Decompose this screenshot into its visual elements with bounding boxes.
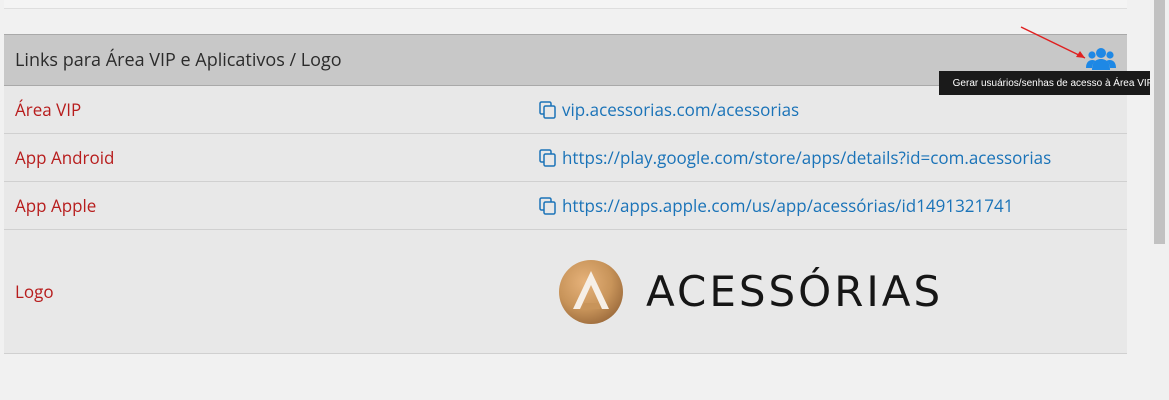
panel-title: Links para Área VIP e Aplicativos / Logo [15,48,342,72]
row-label: Logo [15,280,54,303]
area-vip-link[interactable]: vip.acessorias.com/acessorias [562,98,799,121]
company-logo: ACESSÓRIAS [558,259,943,325]
row-value: vip.acessorias.com/acessorias [538,98,799,121]
row-logo: Logo ACESSÓRIAS [4,230,1127,354]
top-strip [4,0,1127,9]
logo-text: ACESSÓRIAS [646,267,944,316]
vertical-scrollbar[interactable] [1150,0,1169,400]
scrollbar-thumb[interactable] [1154,0,1165,244]
row-app-apple: App Apple https://apps.apple.com/us/app/… [4,182,1127,230]
row-label: Área VIP [15,98,82,121]
copy-icon[interactable] [538,100,558,120]
row-label: App Apple [15,194,97,217]
app-apple-link[interactable]: https://apps.apple.com/us/app/acessórias… [562,194,1013,217]
tooltip: Gerar usuários/senhas de acesso à Área V… [939,71,1167,95]
annotation-arrow [1020,26,1086,59]
row-value: https://play.google.com/store/apps/detai… [538,146,1051,169]
app-android-link[interactable]: https://play.google.com/store/apps/detai… [562,146,1051,169]
row-app-android: App Android https://play.google.com/stor… [4,134,1127,182]
row-value: https://apps.apple.com/us/app/acessórias… [538,194,1013,217]
copy-icon[interactable] [538,196,558,216]
logo-emblem-icon [559,259,623,324]
copy-icon[interactable] [538,148,558,168]
row-label: App Android [15,146,115,169]
